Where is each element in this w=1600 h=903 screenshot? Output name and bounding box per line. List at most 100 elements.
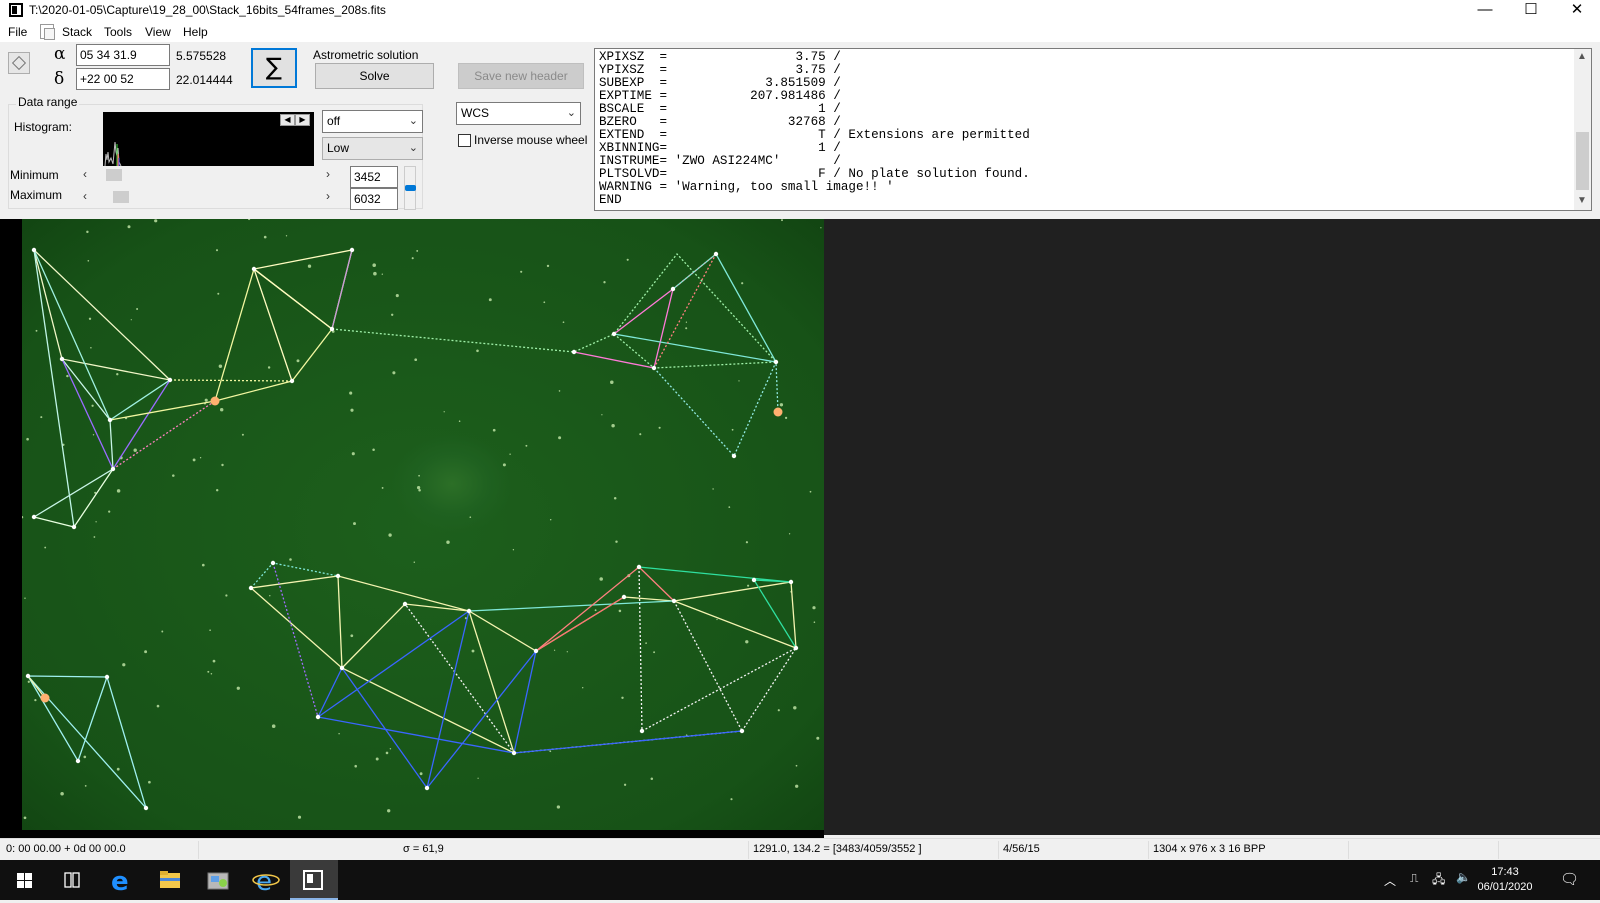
background-star: [599, 577, 603, 581]
status-bar: 0: 00 00.00 + 0d 00 00.0 σ = 61,9 1291.0…: [0, 838, 1600, 860]
edge-browser-button[interactable]: e: [98, 860, 146, 900]
background-star: [562, 321, 565, 324]
detected-star: [270, 560, 276, 566]
minimum-slider-thumb[interactable]: [106, 169, 123, 181]
projection-select[interactable]: WCS ⌄: [456, 102, 581, 125]
stretch-select[interactable]: off ⌄: [322, 110, 423, 133]
tray-chevron-up-icon[interactable]: ︿: [1384, 872, 1396, 889]
chevron-down-icon: ⌄: [408, 115, 418, 127]
background-star: [44, 546, 47, 549]
maximum-slider-thumb[interactable]: [112, 191, 129, 203]
menu-file[interactable]: File: [8, 25, 27, 39]
status-sigma: σ = 61,9: [403, 843, 444, 855]
background-star: [509, 453, 511, 455]
file-explorer-button[interactable]: [146, 860, 194, 900]
notification-icon[interactable]: 🗨: [1560, 870, 1579, 888]
astrometric-title: Astrometric solution: [313, 48, 419, 62]
background-star: [626, 258, 629, 261]
minimum-slider[interactable]: ‹ ›: [80, 166, 336, 184]
edge-icon: e: [111, 867, 129, 897]
detected-star: [349, 247, 355, 253]
inverse-wheel-checkbox[interactable]: [458, 134, 471, 147]
background-star: [271, 724, 276, 728]
chevron-right-icon[interactable]: ›: [326, 167, 330, 181]
usb-device-icon[interactable]: ⎍: [1410, 871, 1418, 886]
histogram[interactable]: ◀ ▶: [103, 112, 314, 167]
network-icon[interactable]: 🖧: [1432, 870, 1445, 891]
sigma-button[interactable]: ∑: [251, 48, 297, 88]
fits-header-memo[interactable]: XPIXSZ = 3.75 /YPIXSZ = 3.75 /SUBEXP = 3…: [594, 48, 1592, 211]
background-star: [136, 308, 139, 310]
image-viewer[interactable]: [0, 219, 1600, 838]
background-star: [621, 696, 624, 699]
app-icon: [9, 3, 23, 17]
background-star: [388, 533, 392, 537]
chevron-up-icon[interactable]: ▲: [1577, 51, 1587, 62]
chevron-left-icon[interactable]: ‹: [83, 167, 87, 181]
fits-header-scroll-thumb[interactable]: [1576, 132, 1589, 190]
clock-date: 06/01/2020: [1477, 881, 1533, 893]
background-star: [88, 317, 92, 320]
image-border: [0, 219, 22, 835]
internet-explorer-button[interactable]: e: [242, 860, 290, 900]
background-star: [512, 549, 515, 551]
background-star: [91, 404, 94, 407]
minimum-value-input[interactable]: 3452: [350, 166, 398, 188]
task-view-button[interactable]: [48, 860, 96, 900]
chevron-down-icon[interactable]: ▼: [1577, 195, 1587, 206]
detected-star: [251, 266, 257, 272]
chevron-left-icon[interactable]: ‹: [83, 189, 87, 203]
start-button[interactable]: [0, 860, 48, 900]
maximum-slider[interactable]: ‹ ›: [80, 188, 336, 206]
menu-tools[interactable]: Tools: [104, 25, 132, 39]
control-panel-button[interactable]: [194, 860, 242, 900]
menu-help[interactable]: Help: [183, 25, 208, 39]
maximum-value-input[interactable]: 6032: [350, 188, 398, 210]
background-star: [553, 649, 556, 651]
save-new-header-button[interactable]: Save new header: [458, 63, 584, 89]
close-button[interactable]: ✕: [1554, 0, 1600, 22]
background-star: [207, 670, 210, 673]
background-star: [784, 416, 788, 420]
stack-icon: [40, 24, 55, 40]
volume-icon[interactable]: 🔈: [1456, 870, 1471, 884]
detected-star: [335, 573, 341, 579]
maximum-spinner[interactable]: [404, 188, 416, 210]
star-field-image[interactable]: [22, 219, 824, 835]
histogram-right-arrow[interactable]: ▶: [295, 114, 310, 126]
histogram-left-arrow[interactable]: ◀: [280, 114, 295, 126]
diamond-icon: [11, 55, 27, 71]
fits-header-scrollbar[interactable]: ▲ ▼: [1574, 49, 1591, 210]
solve-button[interactable]: Solve: [315, 63, 434, 89]
astap-taskbar-button[interactable]: [290, 860, 338, 900]
detected-star: [104, 674, 110, 680]
dec-input[interactable]: +22 00 52: [76, 68, 170, 90]
menu-stack[interactable]: Stack: [62, 25, 92, 39]
background-star: [745, 640, 749, 644]
background-star: [209, 629, 211, 631]
status-divider: [998, 841, 999, 859]
detected-star: [339, 665, 345, 671]
detected-star: [571, 349, 577, 355]
menu-view[interactable]: View: [145, 25, 171, 39]
bright-orange-star: [210, 396, 220, 406]
background-star: [601, 414, 603, 416]
background-star: [779, 403, 784, 407]
background-star: [795, 764, 798, 767]
background-star: [221, 463, 224, 467]
minimize-button[interactable]: —: [1462, 0, 1508, 22]
maximize-button[interactable]: ☐: [1508, 0, 1554, 22]
detected-star: [75, 758, 81, 764]
background-star: [411, 257, 414, 260]
orientation-tool-button[interactable]: [8, 52, 30, 74]
system-clock[interactable]: 17:43 06/01/2020: [1475, 865, 1535, 895]
status-divider: [748, 841, 749, 859]
level-select[interactable]: Low ⌄: [322, 137, 423, 160]
background-star: [613, 496, 617, 500]
internet-explorer-icon: e: [252, 867, 280, 897]
ra-input[interactable]: 05 34 31.9: [76, 44, 170, 66]
histogram-arrows: ◀ ▶: [280, 114, 310, 126]
background-star: [549, 518, 552, 521]
chevron-right-icon[interactable]: ›: [326, 189, 330, 203]
background-star: [416, 485, 421, 490]
